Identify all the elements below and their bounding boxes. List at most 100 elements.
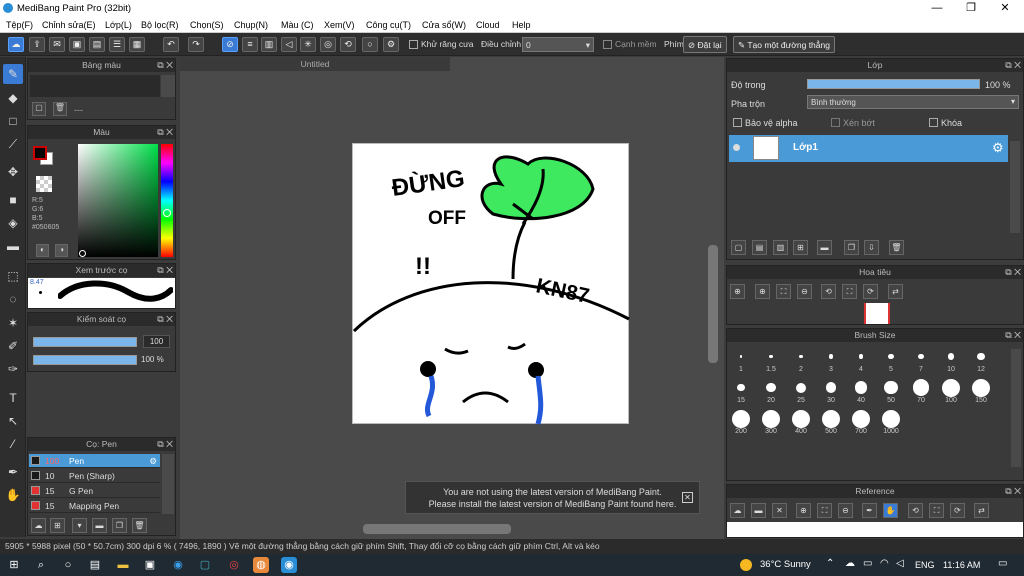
brush-size-option[interactable]: 4: [847, 347, 875, 375]
gear-icon[interactable]: ⚙: [149, 454, 157, 468]
cloud-download-icon[interactable]: ☁: [730, 503, 745, 518]
close-button[interactable]: ✕: [988, 0, 1022, 17]
move-tool-icon[interactable]: ✥: [3, 162, 23, 182]
language-indicator[interactable]: ENG: [915, 560, 935, 570]
cloud-download-icon[interactable]: ☁: [31, 518, 46, 533]
select-tool-icon[interactable]: ⬚: [3, 266, 23, 286]
brush-size-scrollbar[interactable]: [1011, 349, 1021, 467]
flip-icon[interactable]: ⇄: [974, 503, 989, 518]
brush-size-option[interactable]: 2: [787, 347, 815, 375]
zoom-out-icon[interactable]: ⊖: [797, 284, 812, 299]
file-explorer-icon[interactable]: ▬: [115, 557, 131, 573]
menu-window[interactable]: Cửa sổ(W): [422, 20, 466, 30]
divide-tool-icon[interactable]: ⁄: [3, 434, 23, 454]
menu-edit[interactable]: Chỉnh sửa(E): [42, 20, 96, 30]
menu-capture[interactable]: Chụp(N): [234, 20, 268, 30]
new-palette-icon[interactable]: ▢: [32, 102, 46, 116]
brush-size-option[interactable]: 1: [727, 347, 755, 375]
rotate-left-icon[interactable]: ⟲: [821, 284, 836, 299]
menu-layer[interactable]: Lớp(L): [105, 20, 132, 30]
volume-icon[interactable]: ◁: [896, 558, 904, 569]
brush-size-option[interactable]: 100: [937, 378, 965, 406]
brush-tool-icon[interactable]: ✎: [3, 64, 23, 84]
parallel-snap-icon[interactable]: ≡: [242, 37, 258, 52]
brush-size-value[interactable]: 100: [143, 335, 170, 348]
snap-off-icon[interactable]: ⊘: [222, 37, 238, 52]
brush-item[interactable]: 15 G Pen: [29, 484, 160, 498]
rotate-right-icon[interactable]: ⟳: [863, 284, 878, 299]
antialias-checkbox[interactable]: [409, 40, 418, 49]
duplicate-layer-icon[interactable]: ❐: [844, 240, 859, 255]
hue-slider[interactable]: [161, 144, 173, 257]
bucket-tool-icon[interactable]: ◈: [3, 213, 23, 233]
chevron-up-icon[interactable]: ⌃: [826, 558, 834, 569]
lock-checkbox[interactable]: [929, 118, 938, 127]
brush-size-option[interactable]: 20: [757, 378, 785, 406]
brush-settings-icon[interactable]: ▾: [72, 518, 87, 533]
task-view-icon[interactable]: ○: [60, 557, 76, 573]
reference-area[interactable]: [727, 522, 1023, 537]
text-tool-icon[interactable]: T: [3, 388, 23, 408]
color-picker-cursor[interactable]: [79, 250, 86, 257]
snap-settings-icon[interactable]: ⚙: [383, 37, 399, 52]
clock[interactable]: 11:16 AM: [943, 560, 980, 570]
folder-icon[interactable]: ▬: [817, 240, 832, 255]
fit-icon[interactable]: ⛶: [817, 503, 832, 518]
network-icon[interactable]: ▭: [863, 558, 872, 569]
straight-line-button[interactable]: ✎ Tạo một đường thẳng: [733, 36, 835, 53]
brush-item[interactable]: 100 Pen ⚙: [29, 454, 160, 468]
merge-down-icon[interactable]: ⇩: [864, 240, 879, 255]
brush-size-option[interactable]: 70: [907, 378, 935, 406]
layer-row[interactable]: Lớp1 ⚙: [729, 135, 1008, 162]
photos-icon[interactable]: ▢: [197, 557, 213, 573]
brush-size-option[interactable]: 50: [877, 378, 905, 406]
folder-icon[interactable]: ▬: [92, 518, 107, 533]
brush-size-option[interactable]: 15: [727, 378, 755, 406]
lasso-tool-icon[interactable]: ◌: [3, 289, 23, 309]
menu-cloud[interactable]: Cloud: [476, 20, 500, 30]
save-icon[interactable]: ▣: [69, 37, 85, 52]
blur-tool-icon[interactable]: ⟋: [3, 134, 23, 154]
select-eraser-tool-icon[interactable]: ✑: [3, 359, 23, 379]
saturation-value-picker[interactable]: [78, 144, 158, 257]
chrome-icon[interactable]: ◎: [226, 557, 242, 573]
weather-text[interactable]: 36°C Sunny: [760, 559, 811, 570]
layer-opacity-slider[interactable]: [807, 79, 980, 89]
float-close-icon[interactable]: ⧉ ✕: [1005, 59, 1021, 72]
menu-color[interactable]: Màu (C): [281, 20, 314, 30]
drawing-canvas[interactable]: ĐỪNG OFF !! KN87: [352, 143, 630, 425]
protect-alpha-checkbox[interactable]: [733, 118, 742, 127]
brush-size-option[interactable]: 7: [907, 347, 935, 375]
brush-size-option[interactable]: 40: [847, 378, 875, 406]
cross-snap-icon[interactable]: ▥: [261, 37, 277, 52]
fill-rect-tool-icon[interactable]: ■: [3, 190, 23, 210]
eyedropper-tool-icon[interactable]: ✒: [3, 462, 23, 482]
brush-size-option[interactable]: 1000: [877, 409, 905, 437]
float-close-icon[interactable]: ⧉ ✕: [157, 59, 173, 72]
layer-visibility-icon[interactable]: [733, 144, 740, 151]
wifi-icon[interactable]: ◠: [880, 558, 889, 569]
menu-file[interactable]: Tệp(F): [6, 20, 33, 30]
eraser-tool-icon[interactable]: ◆: [3, 88, 23, 108]
menu-select[interactable]: Chọn(S): [190, 20, 224, 30]
brush-size-option[interactable]: 300: [757, 409, 785, 437]
hand-tool-icon[interactable]: ✋: [3, 485, 23, 505]
foreground-color-swatch[interactable]: [33, 146, 47, 160]
brush-size-slider[interactable]: [33, 337, 137, 347]
brush-size-option[interactable]: 25: [787, 378, 815, 406]
clipping-checkbox[interactable]: [831, 118, 840, 127]
zoom-in-icon[interactable]: ⊕: [730, 284, 745, 299]
layer-list-scrollbar[interactable]: [1010, 141, 1020, 233]
float-close-icon[interactable]: ⧉ ✕: [157, 313, 173, 326]
medibang-task-icon[interactable]: ◉: [281, 557, 297, 573]
blend-dropdown[interactable]: Bình thường ▾: [807, 95, 1019, 109]
curve-snap-icon[interactable]: ⟲: [340, 37, 356, 52]
brush-size-option[interactable]: 500: [817, 409, 845, 437]
rotate-right-icon[interactable]: ⟳: [950, 503, 965, 518]
zoom-in-icon[interactable]: ⊕: [796, 503, 811, 518]
menu-view[interactable]: Xem(V): [324, 20, 355, 30]
brush-item[interactable]: 15 Mapping Pen: [29, 499, 160, 513]
share-icon[interactable]: ⇪: [29, 37, 45, 52]
float-close-icon[interactable]: ⧉ ✕: [1005, 266, 1021, 279]
brush-size-option[interactable]: 30: [817, 378, 845, 406]
